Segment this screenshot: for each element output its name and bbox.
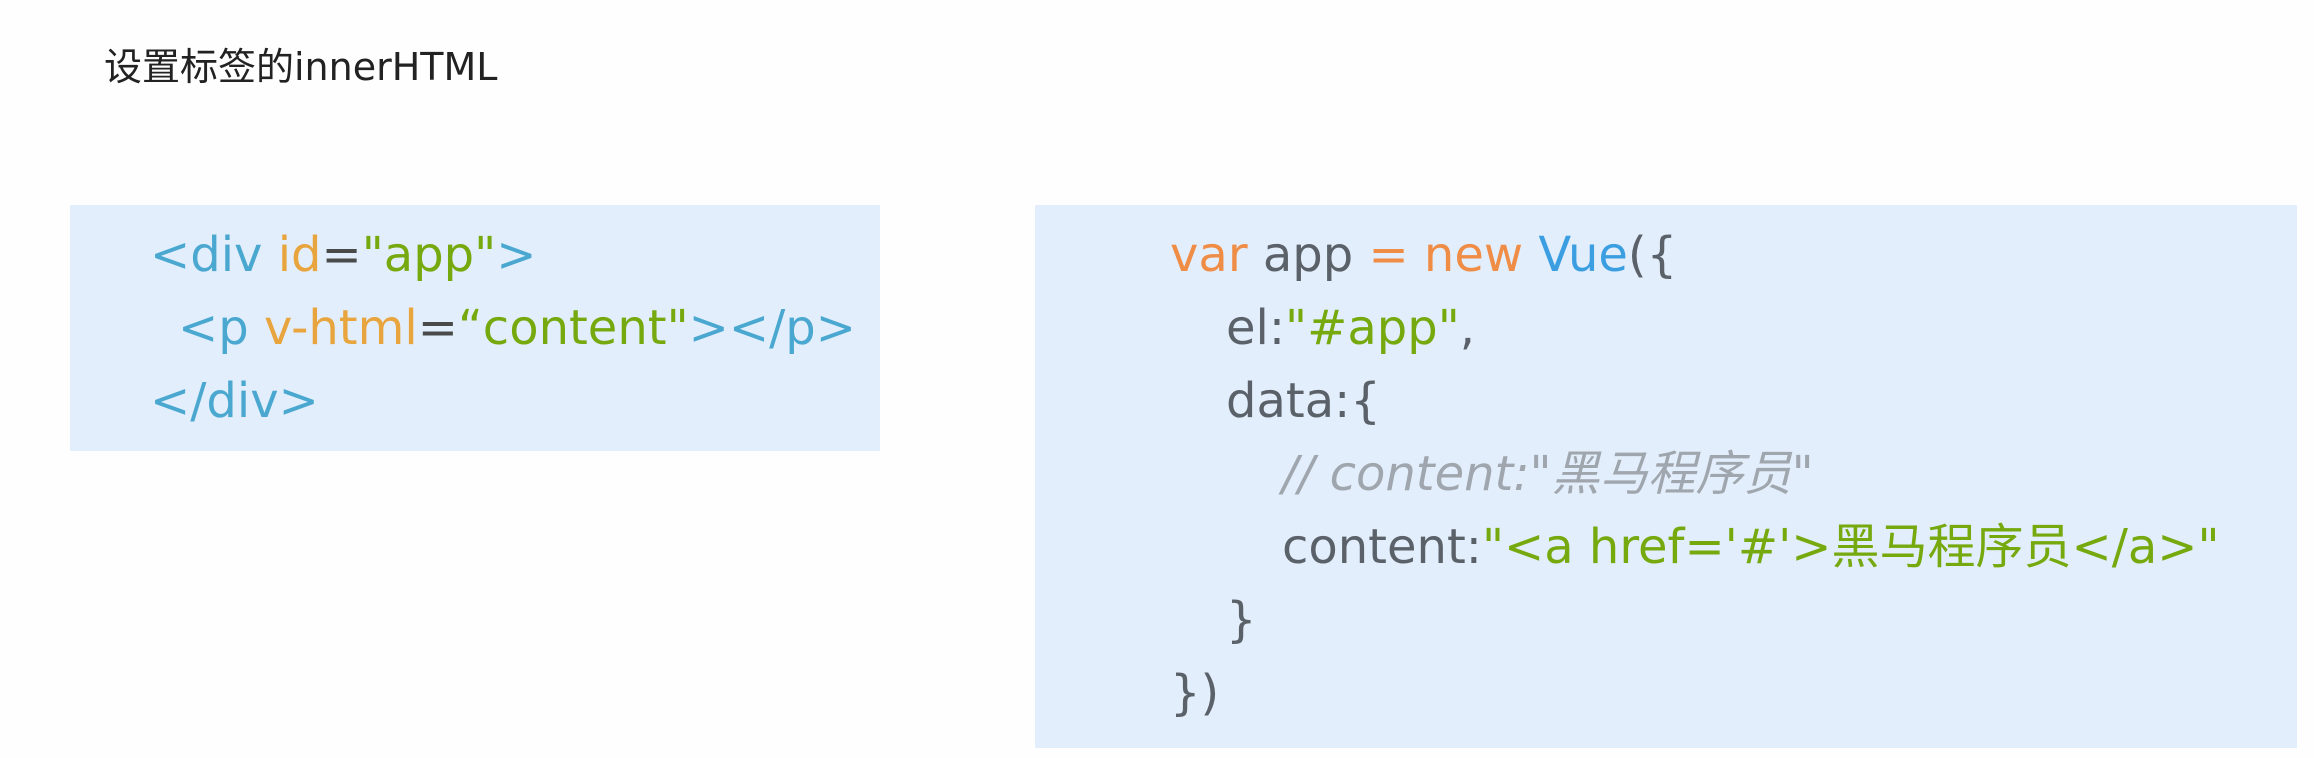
code-token-string: “content" (457, 300, 689, 356)
js-code-line-2: el:"#app", (1226, 298, 1475, 358)
code-token-class: Vue (1538, 227, 1628, 283)
code-token-attribute: id (262, 227, 322, 283)
code-token-key: el: (1226, 300, 1286, 356)
code-token-tag-close: > (496, 227, 537, 283)
code-token-string: "#app" (1285, 300, 1460, 356)
code-token-string: "app" (361, 227, 497, 283)
html-code-line-2: <p v-html=“content"></p> (178, 298, 856, 358)
js-code-line-3: data:{ (1226, 371, 1381, 431)
js-code-line-4: // content:"黑马程序员" (1282, 444, 1814, 504)
code-token-equals: = (417, 300, 458, 356)
code-token-comment: // content:"黑马程序员" (1282, 446, 1814, 502)
html-code-line-1: <div id="app"> (150, 225, 536, 285)
code-token-punctuation: } (1226, 592, 1257, 648)
page-title: 设置标签的innerHTML (104, 45, 498, 89)
code-token-equals: = (321, 227, 362, 283)
js-code-line-6: } (1226, 590, 1257, 650)
code-token-attribute: v-html (248, 300, 418, 356)
js-code-block: var app = new Vue({ el:"#app", data:{ //… (1035, 205, 2297, 748)
code-token-operator: = (1368, 227, 1409, 283)
code-token-tag: </div> (150, 373, 319, 429)
html-code-block: <div id="app"> <p v-html=“content"></p> … (70, 205, 880, 451)
code-token-key: content: (1282, 519, 1482, 575)
js-code-line-5: content:"<a href='#'>黑马程序员</a>" (1282, 517, 2220, 577)
code-token-tag-close: ></p> (688, 300, 856, 356)
html-code-line-3: </div> (150, 371, 319, 431)
js-code-line-1: var app = new Vue({ (1170, 225, 1677, 285)
code-token-tag: <p (178, 300, 249, 356)
code-token-key: data:{ (1226, 373, 1381, 429)
code-token-keyword: var (1170, 227, 1248, 283)
js-code-line-7: }) (1170, 663, 1219, 723)
code-token-punctuation: }) (1170, 665, 1220, 721)
code-token-identifier: app (1247, 227, 1369, 283)
code-token-keyword-new: new (1408, 227, 1539, 283)
code-token-tag: <div (150, 227, 263, 283)
code-token-punctuation: ({ (1627, 227, 1678, 283)
code-token-punctuation: , (1459, 300, 1476, 356)
code-token-string: "<a href='#'>黑马程序员</a>" (1481, 519, 2220, 575)
